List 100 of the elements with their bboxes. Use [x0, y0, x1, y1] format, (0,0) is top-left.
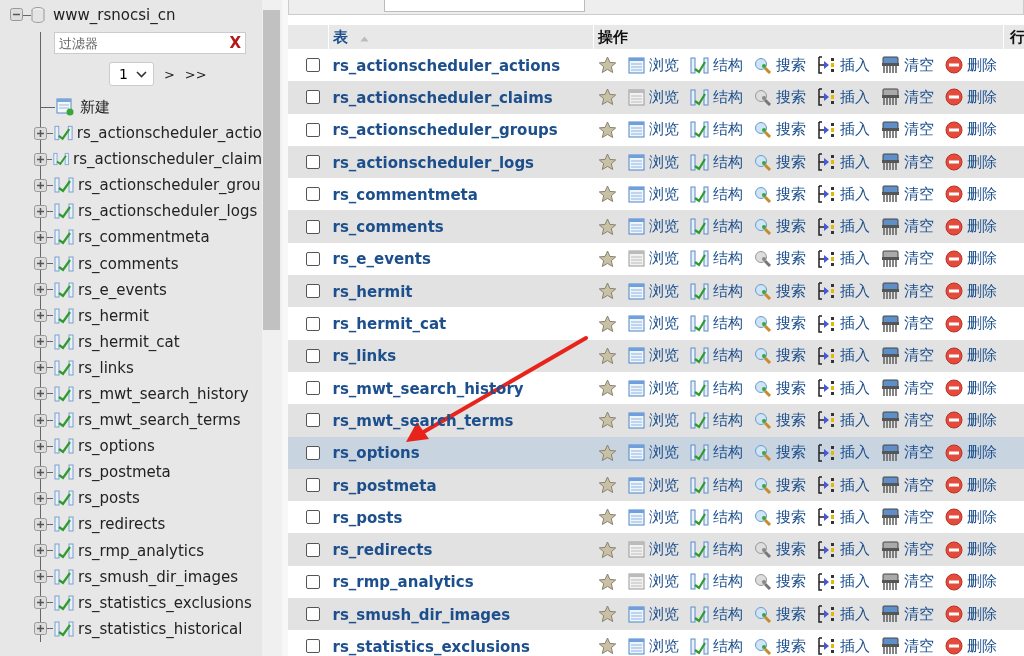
action-link[interactable]: 清空 [903, 507, 934, 527]
expand-toggle[interactable] [34, 178, 47, 192]
action-link[interactable]: 清空 [903, 604, 934, 624]
table-name-link[interactable]: rs_smush_dir_images [332, 605, 511, 624]
action-link[interactable]: 清空 [903, 120, 934, 140]
action-link[interactable]: 浏览 [648, 378, 679, 398]
table-name-link[interactable]: rs_actionscheduler_groups [332, 121, 558, 140]
row-checkbox[interactable] [306, 639, 320, 654]
table-name-link[interactable]: rs_e_events [332, 250, 431, 269]
filter-field[interactable]: 过滤器 X [54, 32, 246, 54]
action-link[interactable]: 删除 [966, 637, 997, 656]
star-icon[interactable] [597, 637, 617, 656]
table-structure-icon[interactable] [54, 594, 74, 611]
action-link[interactable]: 插入 [839, 475, 870, 495]
table-link[interactable]: rs_comments [78, 254, 179, 273]
star-icon[interactable] [597, 572, 617, 591]
new-table-link[interactable]: 新建 [80, 97, 110, 117]
table-structure-icon[interactable] [54, 464, 74, 481]
action-link[interactable]: 浏览 [648, 475, 679, 495]
action-link[interactable]: 结构 [712, 314, 743, 333]
action-link[interactable]: 搜索 [775, 443, 806, 463]
action-link[interactable]: 删除 [966, 87, 997, 107]
action-link[interactable]: 插入 [839, 281, 870, 301]
table-structure-icon[interactable] [54, 333, 74, 350]
table-name-link[interactable]: rs_hermit [332, 282, 413, 301]
action-link[interactable]: 清空 [903, 152, 934, 172]
star-icon[interactable] [597, 217, 617, 236]
action-link[interactable]: 结构 [712, 378, 743, 398]
page-select[interactable]: 1 [109, 62, 154, 86]
action-link[interactable]: 浏览 [648, 346, 679, 366]
row-checkbox[interactable] [306, 58, 320, 73]
table-structure-icon[interactable] [54, 203, 74, 220]
table-name-link[interactable]: rs_redirects [332, 541, 433, 560]
action-link[interactable]: 插入 [839, 217, 870, 237]
action-link[interactable]: 删除 [966, 346, 997, 366]
table-structure-icon[interactable] [54, 281, 74, 298]
database-name[interactable]: www_rsnocsi_cn [53, 6, 176, 24]
star-icon[interactable] [597, 443, 617, 462]
expand-toggle[interactable] [34, 413, 47, 427]
action-link[interactable]: 搜索 [775, 346, 806, 366]
action-link[interactable]: 浏览 [648, 55, 679, 75]
last-page-link[interactable]: >> [184, 66, 207, 82]
action-link[interactable]: 浏览 [648, 443, 679, 463]
action-link[interactable]: 搜索 [775, 475, 806, 495]
table-name-link[interactable]: rs_posts [332, 508, 403, 527]
expand-toggle[interactable] [34, 309, 47, 323]
table-row[interactable]: rs_smush_dir_images 浏览 结构 搜索 插入 清空 删除 [288, 598, 1024, 631]
action-link[interactable]: 插入 [839, 637, 870, 656]
action-link[interactable]: 结构 [712, 249, 743, 269]
row-checkbox[interactable] [306, 381, 320, 396]
action-link[interactable]: 删除 [966, 217, 997, 237]
row-checkbox[interactable] [306, 155, 320, 170]
table-structure-icon[interactable] [54, 255, 74, 272]
table-row[interactable]: rs_statistics_exclusions 浏览 结构 搜索 插入 清空 删除 [288, 630, 1024, 656]
table-structure-icon[interactable] [54, 177, 74, 194]
action-link[interactable]: 删除 [966, 120, 997, 140]
star-icon[interactable] [597, 379, 617, 398]
table-name-link[interactable]: rs_links [332, 347, 397, 366]
action-link[interactable]: 删除 [966, 604, 997, 624]
star-icon[interactable] [597, 56, 617, 75]
expand-toggle[interactable] [34, 465, 47, 479]
action-link[interactable]: 浏览 [648, 152, 679, 172]
expand-toggle[interactable] [34, 439, 47, 453]
row-checkbox[interactable] [306, 478, 320, 492]
row-checkbox[interactable] [306, 413, 320, 428]
table-row[interactable]: rs_actionscheduler_actions 浏览 结构 搜索 插入 清空 删除 [288, 49, 1024, 82]
action-link[interactable]: 清空 [903, 475, 934, 495]
action-link[interactable]: 浏览 [648, 184, 679, 204]
action-link[interactable]: 插入 [839, 314, 870, 333]
action-link[interactable]: 清空 [903, 410, 934, 430]
action-link[interactable]: 搜索 [775, 507, 806, 527]
table-row[interactable]: rs_links 浏览 结构 搜索 插入 清空 删除 [288, 339, 1024, 372]
star-icon[interactable] [597, 540, 617, 559]
expand-toggle[interactable] [34, 387, 47, 401]
row-checkbox[interactable] [306, 574, 320, 589]
star-icon[interactable] [597, 153, 617, 172]
action-link[interactable]: 浏览 [648, 281, 679, 301]
table-structure-icon[interactable] [54, 490, 74, 507]
action-link[interactable]: 搜索 [775, 249, 806, 269]
expand-toggle[interactable] [34, 596, 47, 610]
action-link[interactable]: 结构 [712, 475, 743, 495]
table-name-link[interactable]: rs_hermit_cat [332, 315, 447, 333]
action-link[interactable]: 结构 [712, 507, 743, 527]
table-link[interactable]: rs_smush_dir_images [78, 567, 239, 586]
action-link[interactable]: 删除 [966, 378, 997, 398]
table-link[interactable]: rs_postmeta [78, 463, 171, 482]
star-icon[interactable] [597, 411, 617, 430]
table-link[interactable]: rs_statistics_exclusions [78, 593, 252, 612]
action-link[interactable]: 插入 [839, 152, 870, 172]
action-link[interactable]: 搜索 [775, 184, 806, 204]
table-name-link[interactable]: rs_actionscheduler_claims [332, 88, 553, 107]
action-link[interactable]: 结构 [712, 152, 743, 172]
table-structure-icon[interactable] [52, 151, 70, 168]
action-link[interactable]: 插入 [839, 249, 870, 269]
table-link[interactable]: rs_hermit [78, 306, 149, 325]
star-icon[interactable] [597, 88, 617, 107]
row-checkbox[interactable] [306, 284, 320, 299]
expand-toggle[interactable] [34, 230, 47, 244]
table-link[interactable]: rs_e_events [78, 280, 167, 299]
action-link[interactable]: 删除 [966, 314, 997, 333]
